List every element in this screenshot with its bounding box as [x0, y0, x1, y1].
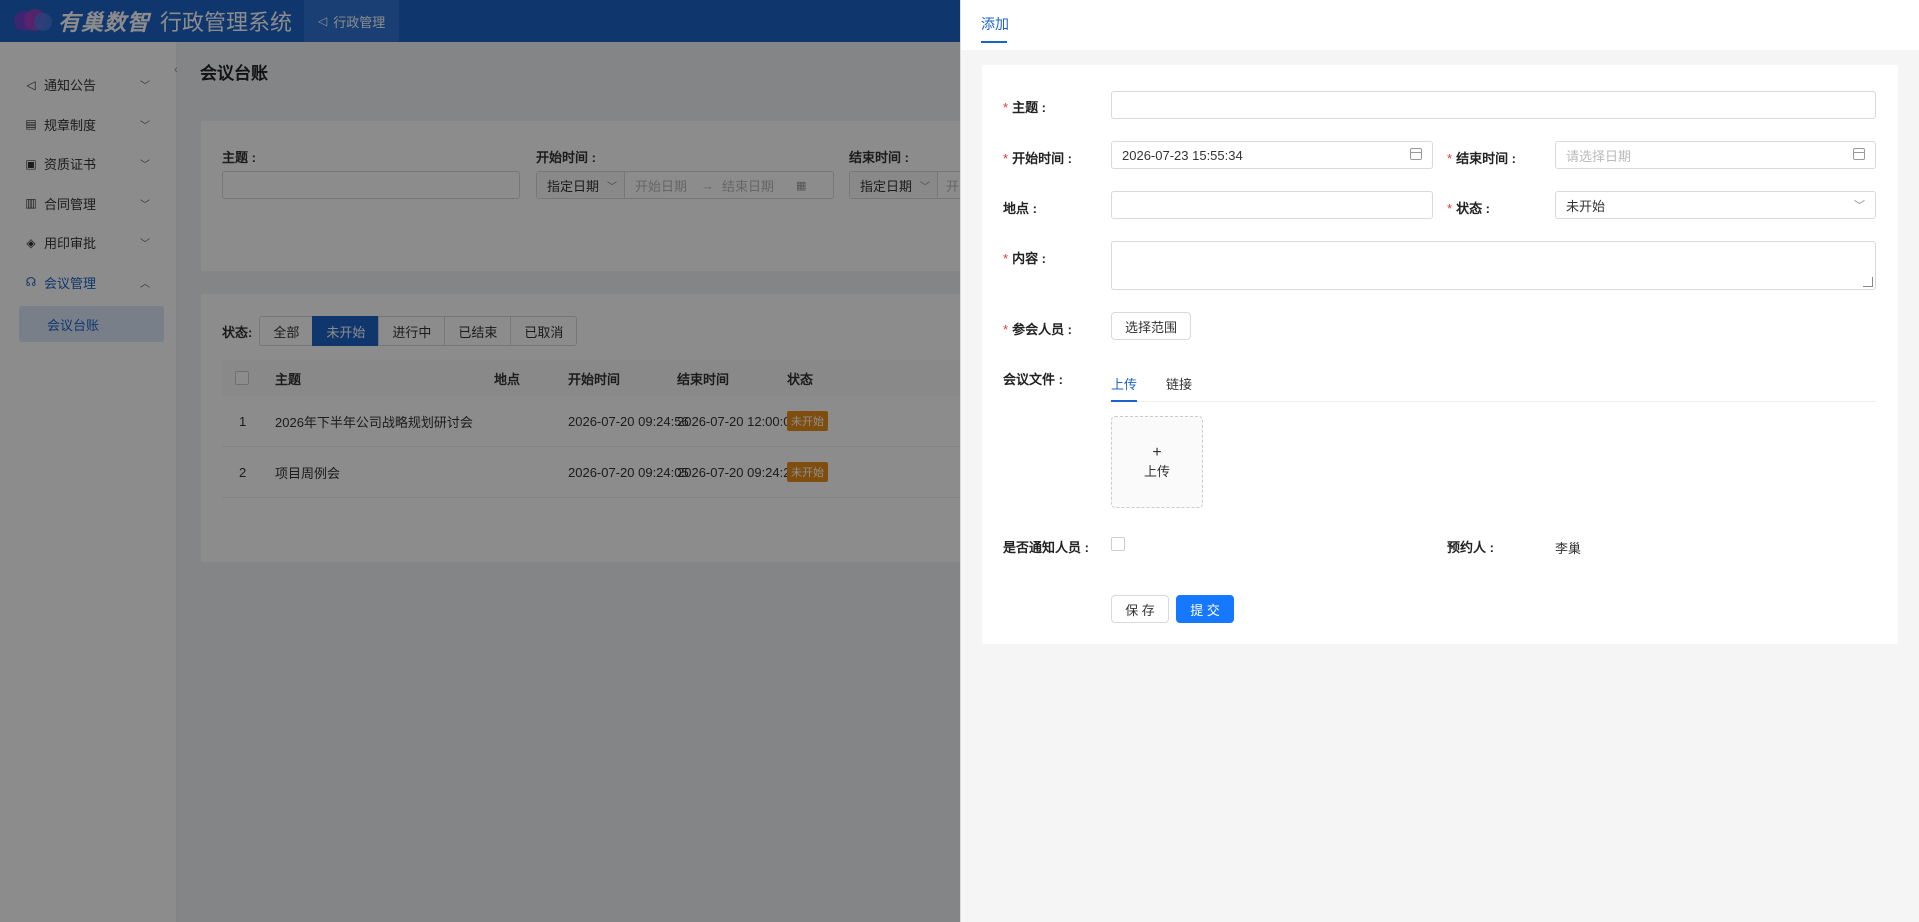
tab-upload[interactable]: 上传 [1111, 374, 1137, 393]
submit-button[interactable]: 提 交 [1176, 595, 1234, 623]
files-label: 会议文件 : [1003, 372, 1063, 387]
subject-input[interactable] [1111, 91, 1876, 119]
resize-handle-icon[interactable] [1863, 277, 1873, 287]
required-mark: * [1447, 201, 1453, 216]
status-label-text: 状态 : [1456, 201, 1491, 216]
plus-icon: + [1152, 443, 1162, 461]
content-label: * 内容 : [1003, 248, 1046, 267]
start-time-label: * 开始时间 : [1003, 148, 1072, 167]
end-time-input[interactable]: 请选择日期 [1555, 141, 1876, 169]
content-textarea[interactable] [1111, 241, 1876, 290]
end-time-placeholder: 请选择日期 [1566, 148, 1632, 164]
notify-checkbox[interactable] [1111, 537, 1125, 551]
drawer-tab-bar: 添加 [961, 0, 1919, 50]
location-label: 地点 : [1003, 201, 1037, 216]
required-mark: * [1003, 322, 1009, 337]
end-time-label-text: 结束时间 : [1456, 151, 1517, 166]
tab-link[interactable]: 链接 [1166, 374, 1192, 393]
upload-label: 上传 [1143, 463, 1170, 479]
select-scope-button[interactable]: 选择范围 [1111, 312, 1191, 340]
required-mark: * [1447, 151, 1453, 166]
required-mark: * [1003, 251, 1009, 266]
meeting-form: * 主题 : * 开始时间 : 2026-07-23 15:55:34 * 结束时间 … [982, 65, 1898, 644]
content-label-text: 内容 : [1012, 251, 1047, 266]
start-time-label-text: 开始时间 : [1012, 151, 1073, 166]
calendar-icon [1410, 148, 1422, 160]
calendar-icon [1853, 148, 1865, 160]
status-label: * 状态 : [1447, 198, 1490, 217]
notify-label: 是否通知人员 : [1003, 540, 1089, 555]
upload-button[interactable]: + 上传 [1111, 416, 1203, 508]
file-tab-indicator [1111, 400, 1137, 402]
end-time-label: * 结束时间 : [1447, 148, 1516, 167]
status-select-value: 未开始 [1566, 198, 1606, 214]
subject-label: * 主题 : [1003, 97, 1046, 116]
save-button[interactable]: 保 存 [1111, 595, 1169, 623]
status-select[interactable]: 未开始 ﹀ [1555, 191, 1876, 219]
start-time-value: 2026-07-23 15:55:34 [1122, 147, 1243, 163]
booker-label: 预约人 : [1447, 540, 1494, 555]
tab-add[interactable]: 添加 [981, 14, 1009, 34]
attendees-label: * 参会人员 : [1003, 319, 1072, 338]
start-time-input[interactable]: 2026-07-23 15:55:34 [1111, 141, 1433, 169]
booker-value: 李巢 [1555, 541, 1582, 556]
modal-overlay[interactable] [0, 0, 960, 922]
location-input[interactable] [1111, 191, 1433, 219]
attendees-label-text: 参会人员 : [1012, 322, 1073, 337]
tab-active-indicator [981, 41, 1007, 43]
add-meeting-drawer: 添加 * 主题 : * 开始时间 : 2026-07-23 15:55:34 * 结束… [960, 0, 1919, 922]
required-mark: * [1003, 151, 1009, 166]
required-mark: * [1003, 100, 1009, 115]
chevron-down-icon: ﹀ [1854, 200, 1865, 212]
subject-label-text: 主题 : [1012, 100, 1047, 115]
file-tab-divider [1111, 401, 1876, 402]
